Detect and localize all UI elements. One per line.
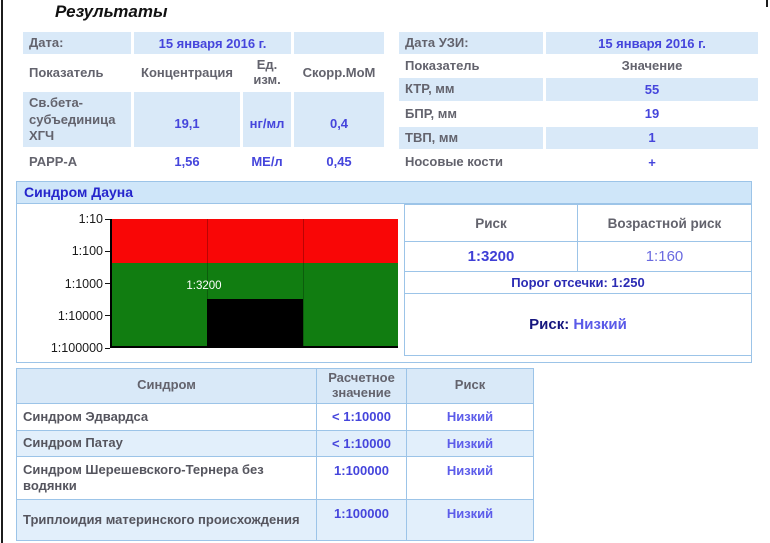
table-row: ТВП, мм 1 bbox=[399, 126, 758, 149]
risk-level-value: Низкий bbox=[573, 316, 627, 333]
col-header-mom: Скорр.МоМ bbox=[302, 64, 376, 80]
col-header-risk: Риск bbox=[406, 368, 534, 404]
cutoff-row: Порог отсечки: 1:250 bbox=[404, 271, 752, 294]
syndrome-value: 1:100000 bbox=[316, 455, 407, 500]
chart-y-axis: 1:10 1:100 1:1000 1:10000 1:100000 bbox=[17, 212, 110, 355]
col-header-calc-value: Расчетное значение bbox=[316, 368, 407, 404]
us-param-name: ТВП, мм bbox=[399, 126, 543, 149]
risk-level-cell: Риск: Низкий bbox=[404, 293, 752, 356]
risk-summary-table: Риск Возрастной риск 1:3200 1:160 Порог … bbox=[404, 204, 752, 356]
analyte-name: PAPP-A bbox=[29, 153, 78, 169]
cutoff-text: Порог отсечки: 1:250 bbox=[404, 271, 752, 294]
analyte-mom: 0,45 bbox=[326, 154, 352, 170]
syndrome-name: Синдром Патау bbox=[16, 429, 317, 457]
y-tick-label: 1:10 bbox=[78, 212, 103, 226]
us-param-name: БПР, мм bbox=[405, 105, 458, 121]
table-row: Носовые кости + bbox=[399, 151, 758, 173]
syndrome-value: 1:100000 bbox=[316, 498, 407, 541]
risk-word: Риск: bbox=[529, 316, 570, 333]
biochem-date-label: Дата: bbox=[23, 32, 131, 55]
risk-header: Риск bbox=[404, 204, 578, 242]
col-header-concentration: Концентрация bbox=[141, 64, 233, 80]
table-row: Синдром Патау < 1:10000 Низкий bbox=[16, 429, 534, 457]
analyte-name: Св.бета-субъединица ХГЧ bbox=[23, 92, 131, 148]
syndrome-risk: Низкий bbox=[406, 402, 534, 431]
syndrome-risk: Низкий bbox=[406, 498, 534, 541]
down-syndrome-section: Синдром Дауна 1:10 1:100 1:1000 1:10000 … bbox=[16, 181, 752, 363]
col-header-unit: Ед. изм. bbox=[253, 57, 281, 88]
us-param-value: 1 bbox=[546, 126, 758, 149]
us-param-name: КТР, мм bbox=[399, 78, 543, 101]
risk-header-row: Риск Возрастной риск bbox=[404, 204, 752, 242]
risk-level-row: Риск: Низкий bbox=[404, 293, 752, 356]
ultrasound-table: Дата УЗИ: 15 января 2016 г. Показатель З… bbox=[396, 30, 761, 175]
y-tick: 1:100 bbox=[72, 244, 110, 258]
results-page: Результаты Дата: 15 января 2016 г. Показ… bbox=[0, 0, 770, 543]
syndromes-header-row: Синдром Расчетное значение Риск bbox=[16, 368, 534, 404]
biochem-date-row: Дата: 15 января 2016 г. bbox=[23, 32, 385, 55]
analyte-concentration: 19,1 bbox=[134, 92, 240, 148]
syndrome-name: Синдром Эдвардса bbox=[16, 402, 317, 431]
age-risk-header: Возрастной риск bbox=[577, 204, 752, 242]
section-title: Синдром Дауна bbox=[17, 182, 751, 204]
us-param-value: 19 bbox=[644, 106, 660, 122]
analyte-concentration: 1,56 bbox=[174, 154, 200, 170]
chart-patient-bar bbox=[207, 298, 303, 346]
chart-zone-high-risk bbox=[112, 219, 398, 264]
us-date-label: Дата УЗИ: bbox=[399, 32, 543, 55]
syndrome-name: Синдром Шерешевского-Тернера без водянки bbox=[16, 455, 317, 500]
risk-chart: 1:10 1:100 1:1000 1:10000 1:100000 1:320… bbox=[17, 204, 417, 362]
col-header-indicator: Показатель bbox=[29, 64, 104, 80]
y-tick: 1:10 bbox=[79, 212, 110, 226]
syndrome-name: Триплоидия материнского происхождения bbox=[16, 498, 317, 541]
analyte-unit: нг/мл bbox=[243, 92, 292, 148]
y-tick-label: 1:10000 bbox=[57, 308, 103, 323]
biochem-table: Дата: 15 января 2016 г. Показатель Конце… bbox=[20, 30, 387, 176]
biochem-header-row: Показатель Концентрация Ед. изм. Скорр.М… bbox=[23, 56, 384, 90]
y-tick-label: 1:100000 bbox=[50, 341, 103, 355]
col-header-indicator: Показатель bbox=[405, 57, 480, 73]
table-row: Синдром Шерешевского-Тернера без водянки… bbox=[16, 455, 534, 500]
col-header-syndrome: Синдром bbox=[16, 368, 317, 404]
y-tick: 1:1000 bbox=[65, 277, 110, 291]
window-frame-left-edge bbox=[1, 0, 3, 543]
chart-gridline bbox=[302, 219, 304, 346]
us-param-value: 55 bbox=[546, 78, 758, 101]
y-tick-label: 1:1000 bbox=[64, 276, 103, 291]
table-row: Синдром Эдвардса < 1:10000 Низкий bbox=[16, 402, 534, 431]
us-header-row: Показатель Значение bbox=[399, 56, 758, 76]
y-tick-label: 1:100 bbox=[71, 244, 103, 259]
syndrome-value: < 1:10000 bbox=[316, 429, 407, 457]
table-row: Триплоидия материнского происхождения 1:… bbox=[16, 498, 534, 541]
y-tick: 1:100000 bbox=[51, 341, 110, 355]
syndrome-risk: Низкий bbox=[406, 455, 534, 500]
col-header-value: Значение bbox=[621, 57, 683, 73]
chart-bar-label: 1:3200 bbox=[186, 279, 222, 292]
syndromes-table: Синдром Расчетное значение Риск Синдром … bbox=[16, 368, 534, 541]
us-date-value: 15 января 2016 г. bbox=[546, 32, 758, 55]
syndrome-value: < 1:10000 bbox=[316, 402, 407, 431]
y-tick: 1:10000 bbox=[58, 309, 110, 323]
table-row: PAPP-A 1,56 МЕ/л 0,45 bbox=[23, 149, 384, 174]
table-row: Св.бета-субъединица ХГЧ 19,1 нг/мл 0,4 bbox=[23, 92, 385, 148]
chart-plot-area: 1:3200 bbox=[110, 219, 398, 348]
us-param-name: Носовые кости bbox=[405, 154, 503, 169]
window-frame-top-right-edge bbox=[766, 0, 768, 7]
biochem-date-spacer bbox=[294, 32, 385, 55]
table-row: КТР, мм 55 bbox=[399, 78, 758, 101]
biochem-date-value: 15 января 2016 г. bbox=[134, 32, 292, 55]
us-date-row: Дата УЗИ: 15 января 2016 г. bbox=[399, 32, 758, 55]
analyte-mom: 0,4 bbox=[294, 92, 385, 148]
age-risk-value: 1:160 bbox=[577, 241, 752, 272]
analyte-unit: МЕ/л bbox=[251, 154, 283, 170]
us-param-value: + bbox=[648, 154, 656, 170]
page-title: Результаты bbox=[55, 2, 168, 21]
table-row: БПР, мм 19 bbox=[399, 103, 758, 125]
risk-value: 1:3200 bbox=[404, 241, 578, 272]
risk-value-row: 1:3200 1:160 bbox=[404, 241, 752, 272]
syndrome-risk: Низкий bbox=[406, 429, 534, 457]
